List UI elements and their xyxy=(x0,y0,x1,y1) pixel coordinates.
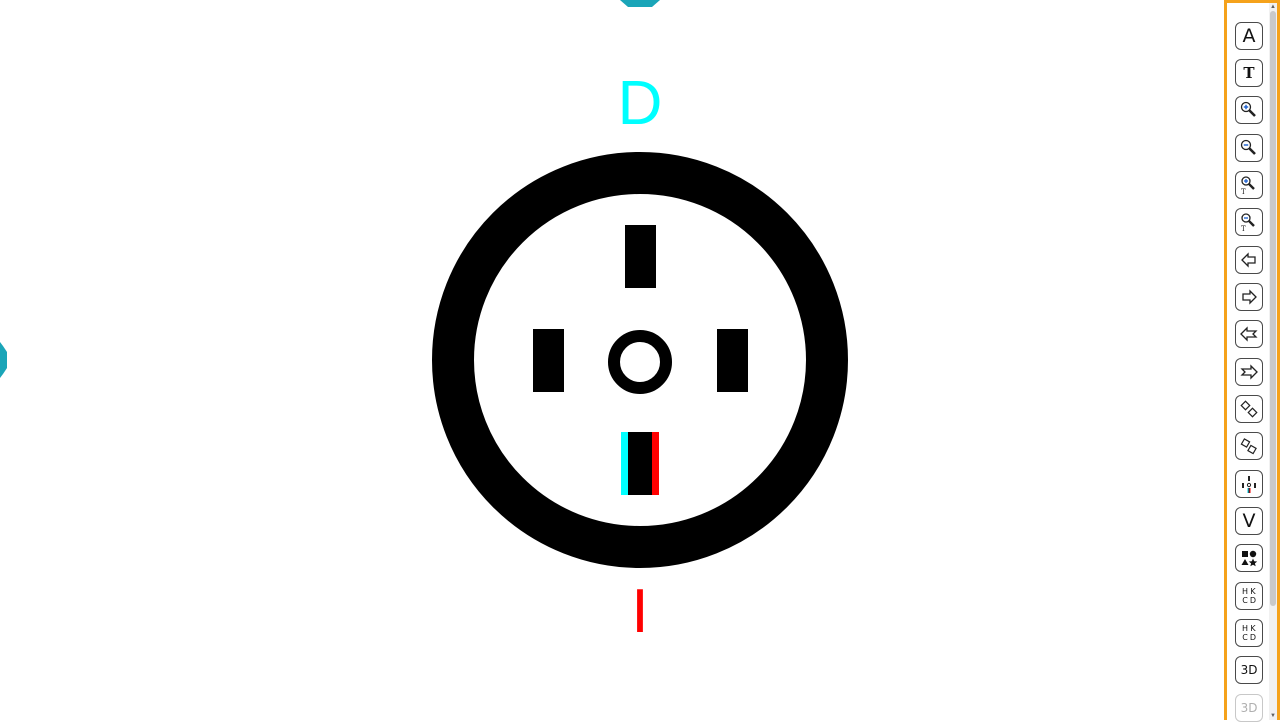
3d-dim-icon: 3D xyxy=(1240,701,1258,715)
tool-double-arrow-left-button[interactable] xyxy=(1235,320,1263,348)
letter-v-icon: V xyxy=(1242,509,1256,532)
tool-letter-a-button[interactable]: A xyxy=(1235,22,1263,50)
tool-panel: ▲ ▼ A T T T V H K C D H K C D 3D 3D xyxy=(1224,0,1280,722)
svg-text:T: T xyxy=(1241,188,1246,195)
arrow-right-icon xyxy=(1242,289,1257,305)
tool-zoom-out-button[interactable] xyxy=(1235,134,1263,162)
hkcd-chart-icon: HKCD xyxy=(1241,624,1257,642)
letter-top-label: D xyxy=(618,69,663,138)
scroll-thumb[interactable] xyxy=(1270,11,1276,606)
double-arrow-left-icon xyxy=(1240,326,1258,342)
bar-bottom xyxy=(621,432,659,495)
letter-t-icon: T xyxy=(1243,64,1255,82)
tool-zoom-in-button[interactable] xyxy=(1235,96,1263,124)
tool-3d-dim-button[interactable]: 3D xyxy=(1235,694,1263,722)
tool-rotate-right-button[interactable] xyxy=(1235,432,1263,460)
bar-left xyxy=(533,329,564,392)
tool-arrow-left-button[interactable] xyxy=(1235,246,1263,274)
letter-a-icon: A xyxy=(1242,24,1256,47)
tool-shapes-button[interactable] xyxy=(1235,544,1263,572)
tool-rotate-left-button[interactable] xyxy=(1235,395,1263,423)
bar-top xyxy=(625,225,656,288)
zoom-in-text-icon: T xyxy=(1241,176,1255,195)
tool-hkcd-chart-button[interactable]: HKCD xyxy=(1235,619,1263,647)
center-ring xyxy=(608,330,672,394)
hkcd-chart-alt-icon: HKCD xyxy=(1241,587,1257,605)
cross-target-icon xyxy=(1242,476,1256,493)
rotate-diamond-right-icon xyxy=(1240,438,1257,455)
double-arrow-right-icon xyxy=(1240,364,1258,380)
vision-test-stage: D I xyxy=(0,0,1222,720)
tool-zoom-in-text-button[interactable]: T xyxy=(1235,171,1263,199)
tool-arrow-right-button[interactable] xyxy=(1235,283,1263,311)
tool-3d-button[interactable]: 3D xyxy=(1235,656,1263,684)
tool-hkcd-chart-alt-button[interactable]: HKCD xyxy=(1235,582,1263,610)
zoom-in-icon xyxy=(1240,101,1256,117)
tool-letter-t-button[interactable]: T xyxy=(1235,59,1263,87)
vision-test-canvas: D I xyxy=(0,0,848,646)
zoom-out-icon xyxy=(1240,139,1256,155)
scrollbar[interactable]: ▲ ▼ xyxy=(1269,3,1277,720)
teal-marker-top xyxy=(620,0,660,7)
scroll-up-icon[interactable]: ▲ xyxy=(1270,4,1276,10)
bar-right xyxy=(717,329,748,392)
svg-text:T: T xyxy=(1241,225,1246,232)
rotate-diamond-left-icon xyxy=(1240,400,1258,418)
scroll-down-icon[interactable]: ▼ xyxy=(1270,713,1276,719)
letter-bottom-label: I xyxy=(631,577,648,646)
tool-letter-v-button[interactable]: V xyxy=(1235,507,1263,535)
tool-cross-target-button[interactable] xyxy=(1235,470,1263,498)
zoom-out-text-icon: T xyxy=(1241,213,1255,232)
tool-zoom-out-text-button[interactable]: T xyxy=(1235,208,1263,236)
tool-double-arrow-right-button[interactable] xyxy=(1235,358,1263,386)
shapes-icon xyxy=(1241,550,1258,567)
3d-icon: 3D xyxy=(1240,663,1258,677)
teal-marker-left xyxy=(0,342,7,378)
arrow-left-icon xyxy=(1241,252,1256,268)
